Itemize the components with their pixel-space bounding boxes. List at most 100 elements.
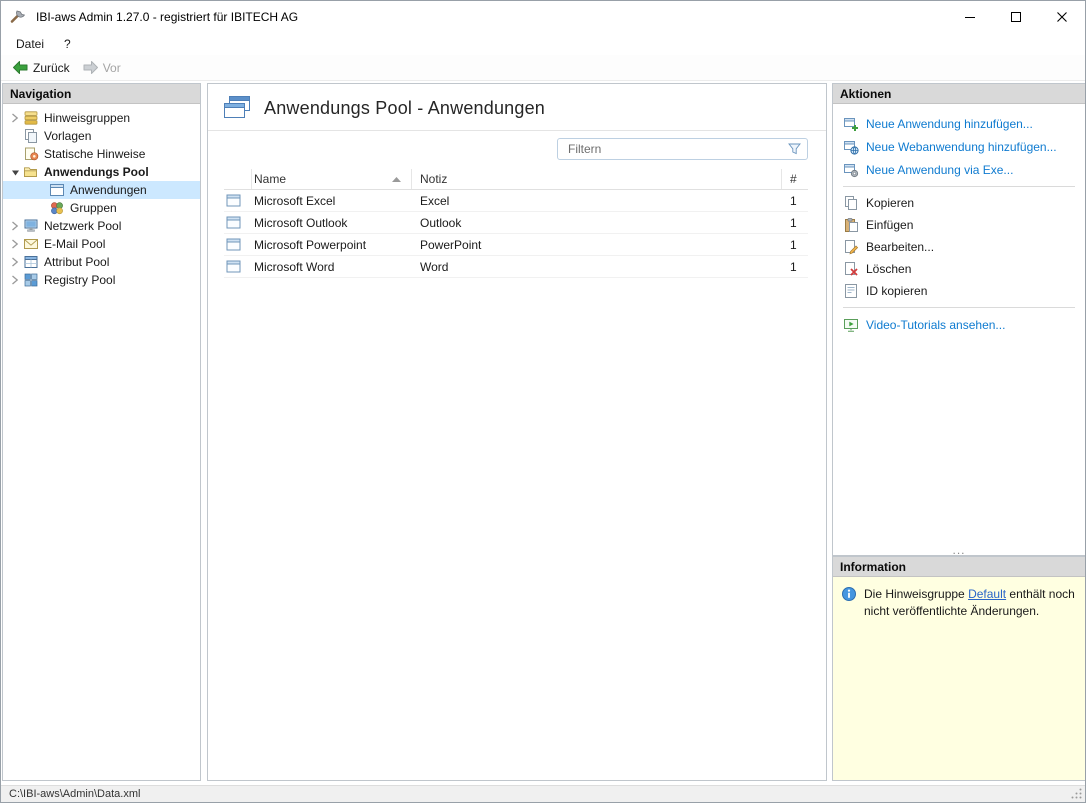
forward-label: Vor [103, 61, 121, 75]
table-row[interactable]: Microsoft Outlook Outlook 1 [224, 212, 808, 234]
maximize-button[interactable] [993, 1, 1039, 32]
expand-chevron-icon[interactable] [7, 272, 23, 288]
action-label: Bearbeiten... [866, 240, 934, 254]
action-delete[interactable]: Löschen [843, 258, 1075, 280]
applications-table: Name Notiz # Microsoft Excel Excel 1 Mic… [224, 169, 808, 278]
filter-icon[interactable] [788, 143, 801, 155]
nav-item-registry-pool[interactable]: Registry Pool [3, 271, 200, 289]
attribute-icon [23, 254, 39, 270]
forward-button[interactable]: Vor [76, 58, 127, 77]
sort-ascending-icon [392, 177, 401, 182]
nav-item-vorlagen[interactable]: Vorlagen [3, 127, 200, 145]
column-header-name[interactable]: Name [252, 169, 412, 189]
close-button[interactable] [1039, 1, 1085, 32]
menu-datei[interactable]: Datei [6, 34, 54, 54]
statusbar: C:\IBI-aws\Admin\Data.xml [1, 785, 1085, 802]
new-application-exe-icon [843, 162, 859, 178]
main-header: Anwendungs Pool - Anwendungen [208, 84, 826, 130]
action-new-web-application[interactable]: Neue Webanwendung hinzufügen... [843, 135, 1075, 158]
nav-item-gruppen[interactable]: Gruppen [3, 199, 200, 217]
action-copy[interactable]: Kopieren [843, 192, 1075, 214]
column-header-count[interactable]: # [782, 169, 810, 189]
nav-item-label: Statische Hinweise [44, 147, 145, 161]
open-folder-icon [23, 164, 39, 180]
cell-name: Microsoft Word [252, 260, 412, 274]
cell-name: Microsoft Powerpoint [252, 238, 412, 252]
information-message: Die Hinweisgruppe Default enthält noch n… [864, 586, 1077, 620]
action-edit[interactable]: Bearbeiten... [843, 236, 1075, 258]
nav-item-email-pool[interactable]: E-Mail Pool [3, 235, 200, 253]
menu-help[interactable]: ? [54, 34, 81, 54]
nav-item-label: Hinweisgruppen [44, 111, 130, 125]
applications-icon [222, 95, 252, 121]
collapse-triangle-icon[interactable] [7, 164, 23, 180]
action-video-tutorials[interactable]: Video-Tutorials ansehen... [843, 313, 1075, 336]
new-application-icon [843, 116, 859, 132]
back-arrow-icon [12, 60, 29, 75]
nav-item-label: Netzwerk Pool [44, 219, 121, 233]
column-header-icon [224, 169, 252, 189]
expand-chevron-icon[interactable] [7, 254, 23, 270]
nav-item-netzwerk-pool[interactable]: Netzwerk Pool [3, 217, 200, 235]
application-window-icon [224, 238, 252, 251]
nav-item-label: Attribut Pool [44, 255, 109, 269]
default-group-link[interactable]: Default [968, 587, 1006, 601]
close-icon [1057, 12, 1067, 22]
network-icon [23, 218, 39, 234]
expander-spacer [33, 182, 49, 198]
expand-chevron-icon[interactable] [7, 110, 23, 126]
cell-notiz: Word [412, 260, 782, 274]
copy-icon [843, 195, 859, 211]
menubar: Datei ? [1, 32, 1085, 55]
status-file-path: C:\IBI-aws\Admin\Data.xml [9, 788, 140, 800]
nav-item-anwendungs-pool[interactable]: Anwendungs Pool [3, 163, 200, 181]
expand-chevron-icon[interactable] [7, 218, 23, 234]
application-window-icon [49, 182, 65, 198]
nav-item-hinweisgruppen[interactable]: Hinweisgruppen [3, 109, 200, 127]
nav-item-anwendungen[interactable]: Anwendungen [3, 181, 200, 199]
back-button[interactable]: Zurück [6, 58, 76, 77]
resize-grip-icon[interactable] [1070, 787, 1083, 800]
back-label: Zurück [33, 61, 70, 75]
action-new-application[interactable]: Neue Anwendung hinzufügen... [843, 112, 1075, 135]
nav-item-statische-hinweise[interactable]: Statische Hinweise [3, 145, 200, 163]
action-label: Neue Anwendung hinzufügen... [866, 117, 1033, 131]
filter-input[interactable] [558, 142, 788, 156]
registry-icon [23, 272, 39, 288]
cell-notiz: Outlook [412, 216, 782, 230]
actions-panel: Aktionen Neue Anwendung hinzufügen... [832, 83, 1086, 556]
information-panel: Information Die Hinweisgruppe Default en… [832, 556, 1086, 781]
window-controls [947, 1, 1085, 32]
action-label: Kopieren [866, 196, 914, 210]
action-new-application-via-exe[interactable]: Neue Anwendung via Exe... [843, 158, 1075, 181]
filter-strip [208, 131, 826, 167]
action-label: Neue Anwendung via Exe... [866, 163, 1013, 177]
action-label: Löschen [866, 262, 911, 276]
new-web-application-icon [843, 139, 859, 155]
minimize-button[interactable] [947, 1, 993, 32]
action-label: Neue Webanwendung hinzufügen... [866, 140, 1057, 154]
table-row[interactable]: Microsoft Excel Excel 1 [224, 190, 808, 212]
info-icon [841, 586, 857, 602]
cell-count: 1 [782, 260, 810, 274]
column-header-notiz[interactable]: Notiz [412, 169, 782, 189]
table-row[interactable]: Microsoft Word Word 1 [224, 256, 808, 278]
nav-item-attribut-pool[interactable]: Attribut Pool [3, 253, 200, 271]
cell-name: Microsoft Outlook [252, 216, 412, 230]
email-icon [23, 236, 39, 252]
nav-item-label: Vorlagen [44, 129, 91, 143]
actions-overflow-indicator[interactable]: ... [833, 546, 1085, 554]
app-window: IBI-aws Admin 1.27.0 - registriert für I… [0, 0, 1086, 803]
groups-icon [49, 200, 65, 216]
action-label: Einfügen [866, 218, 913, 232]
delete-icon [843, 261, 859, 277]
action-paste[interactable]: Einfügen [843, 214, 1075, 236]
action-copy-id[interactable]: ID kopieren [843, 280, 1075, 302]
table-row[interactable]: Microsoft Powerpoint PowerPoint 1 [224, 234, 808, 256]
expand-chevron-icon[interactable] [7, 236, 23, 252]
cell-count: 1 [782, 238, 810, 252]
actions-separator [843, 307, 1075, 308]
cell-notiz: Excel [412, 194, 782, 208]
edit-icon [843, 239, 859, 255]
navigation-header: Navigation [3, 84, 200, 104]
